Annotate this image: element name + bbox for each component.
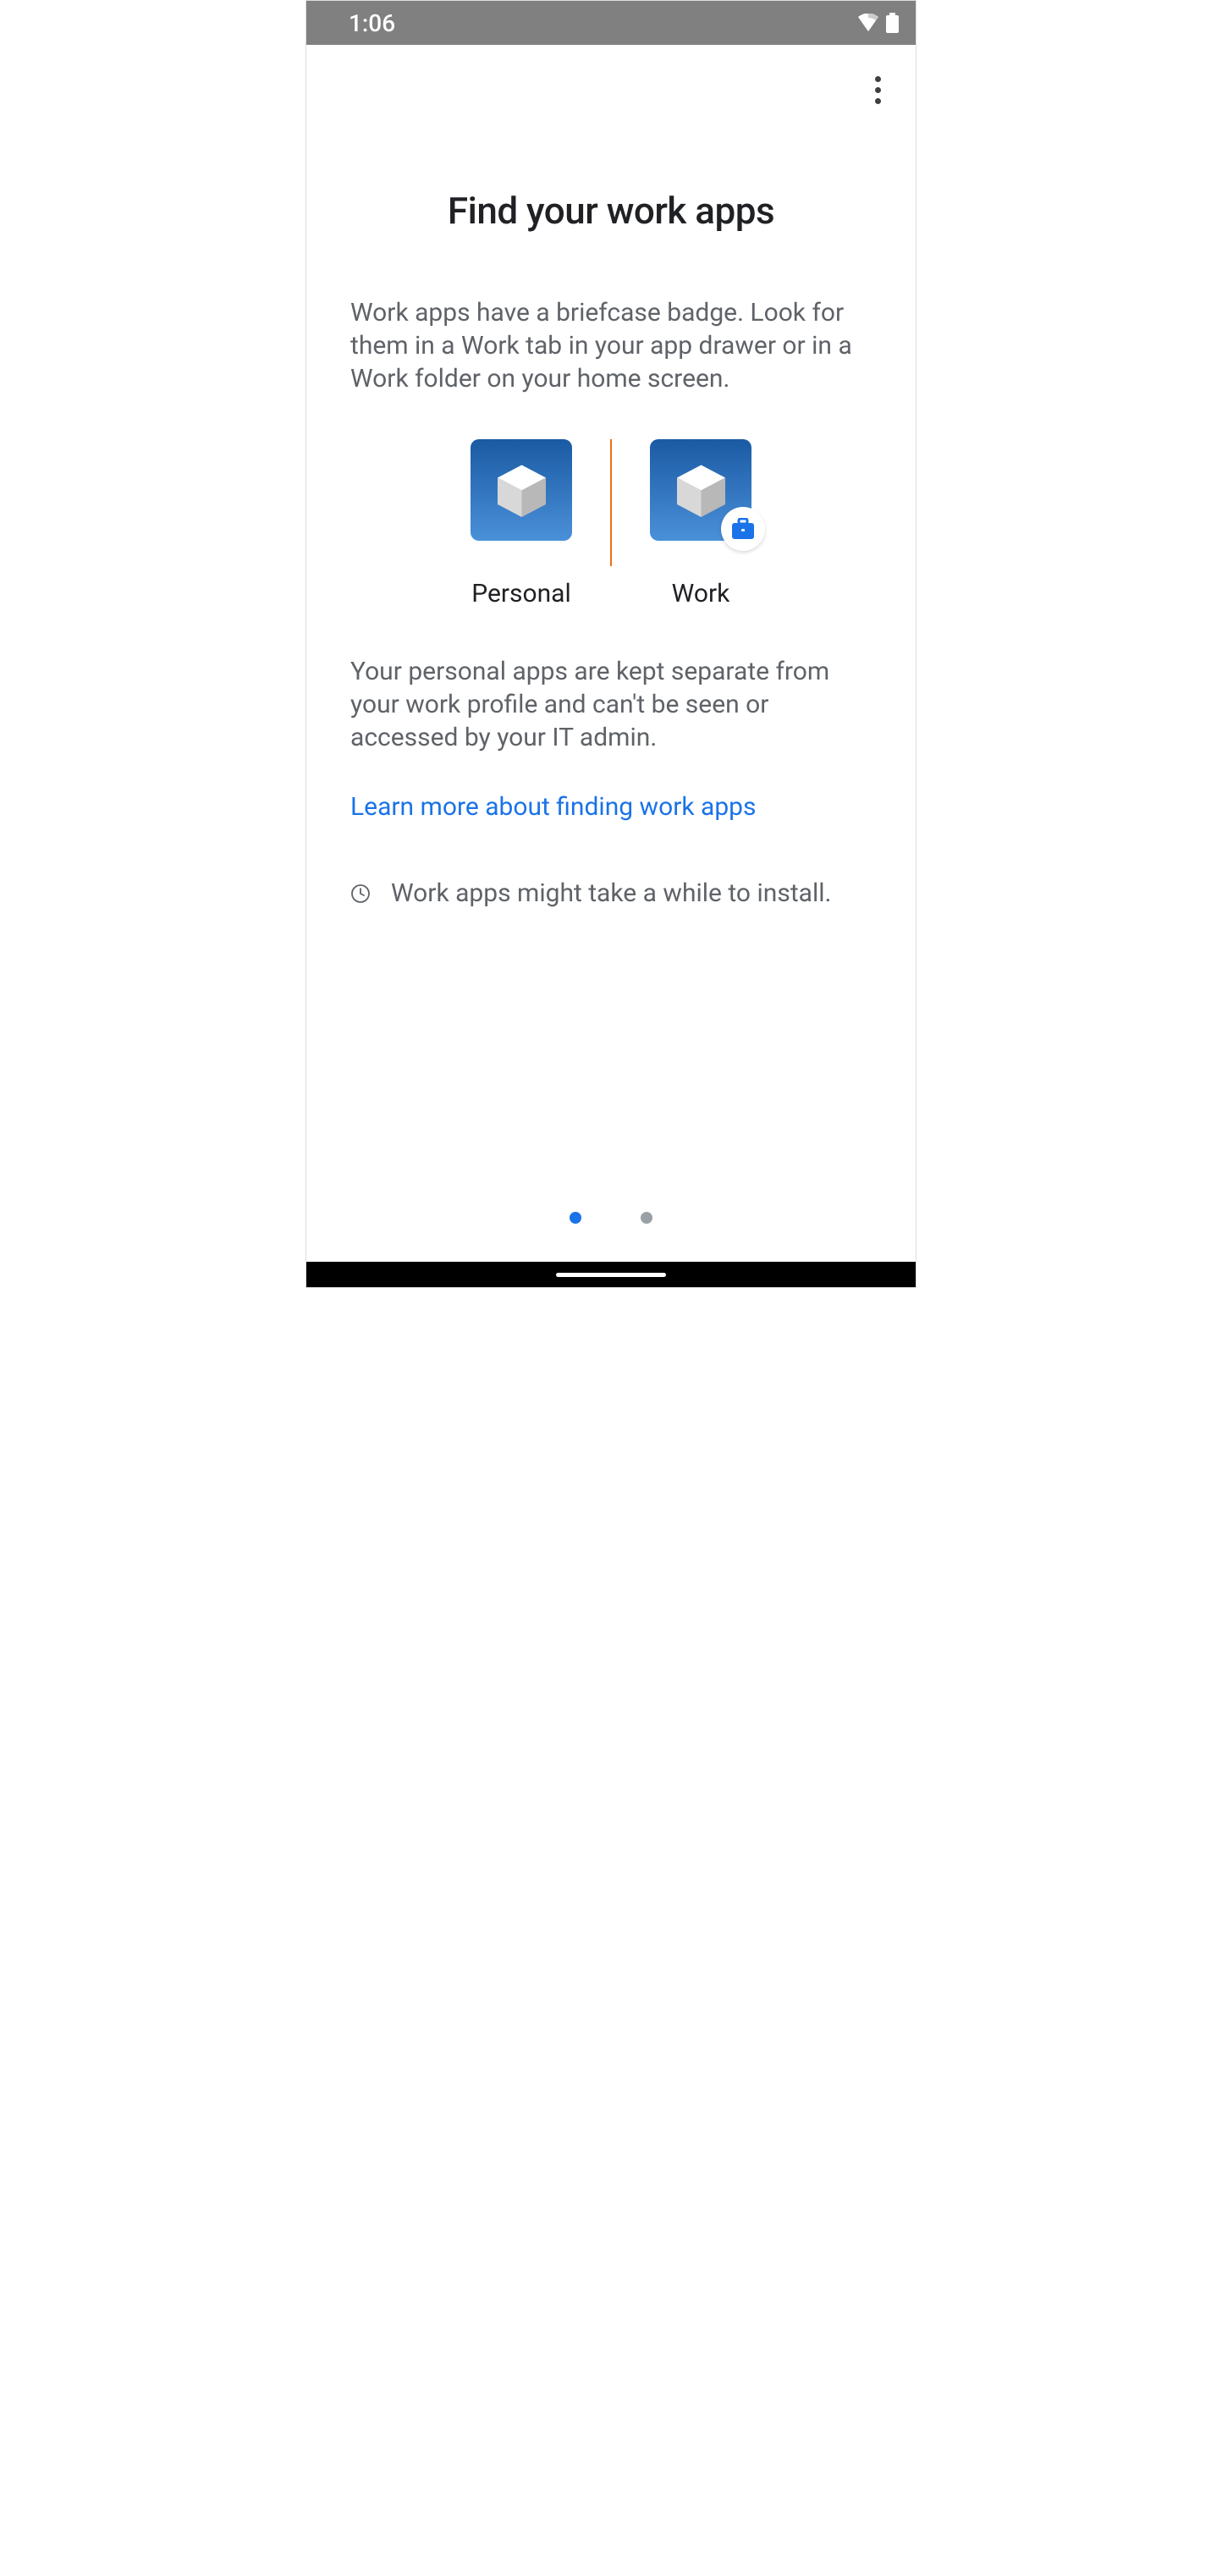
description-primary: Work apps have a briefcase badge. Look f… <box>350 296 872 395</box>
work-label: Work <box>672 579 730 608</box>
status-bar-time: 1:06 <box>349 9 395 37</box>
learn-more-link[interactable]: Learn more about finding work apps <box>350 792 757 822</box>
description-secondary: Your personal apps are kept separate fro… <box>350 655 872 754</box>
work-app-icon <box>650 439 751 541</box>
page-indicator <box>570 1212 652 1224</box>
wifi-icon <box>857 14 879 32</box>
personal-app-column: Personal <box>432 439 610 608</box>
content-area: Find your work apps Work apps have a bri… <box>306 189 916 910</box>
briefcase-badge <box>721 507 765 551</box>
cube-icon <box>490 459 553 522</box>
more-vert-icon <box>875 76 881 82</box>
work-app-column: Work <box>612 439 790 608</box>
page-dot-1[interactable] <box>570 1212 581 1224</box>
navigation-bar <box>306 1262 916 1287</box>
overflow-menu-button[interactable] <box>865 73 890 107</box>
navigation-handle[interactable] <box>556 1273 666 1277</box>
app-icons-comparison: Personal Work <box>350 439 872 608</box>
info-row: Work apps might take a while to install. <box>350 877 872 910</box>
page-dot-2[interactable] <box>641 1212 652 1224</box>
battery-icon <box>886 13 899 33</box>
page-title: Find your work apps <box>350 189 872 233</box>
personal-label: Personal <box>471 579 571 608</box>
personal-app-icon <box>471 439 572 541</box>
cube-icon <box>669 459 733 522</box>
status-bar: 1:06 <box>306 1 916 45</box>
info-text: Work apps might take a while to install. <box>391 877 831 910</box>
briefcase-icon <box>731 518 755 540</box>
status-icons <box>857 13 899 33</box>
clock-icon <box>350 883 371 907</box>
